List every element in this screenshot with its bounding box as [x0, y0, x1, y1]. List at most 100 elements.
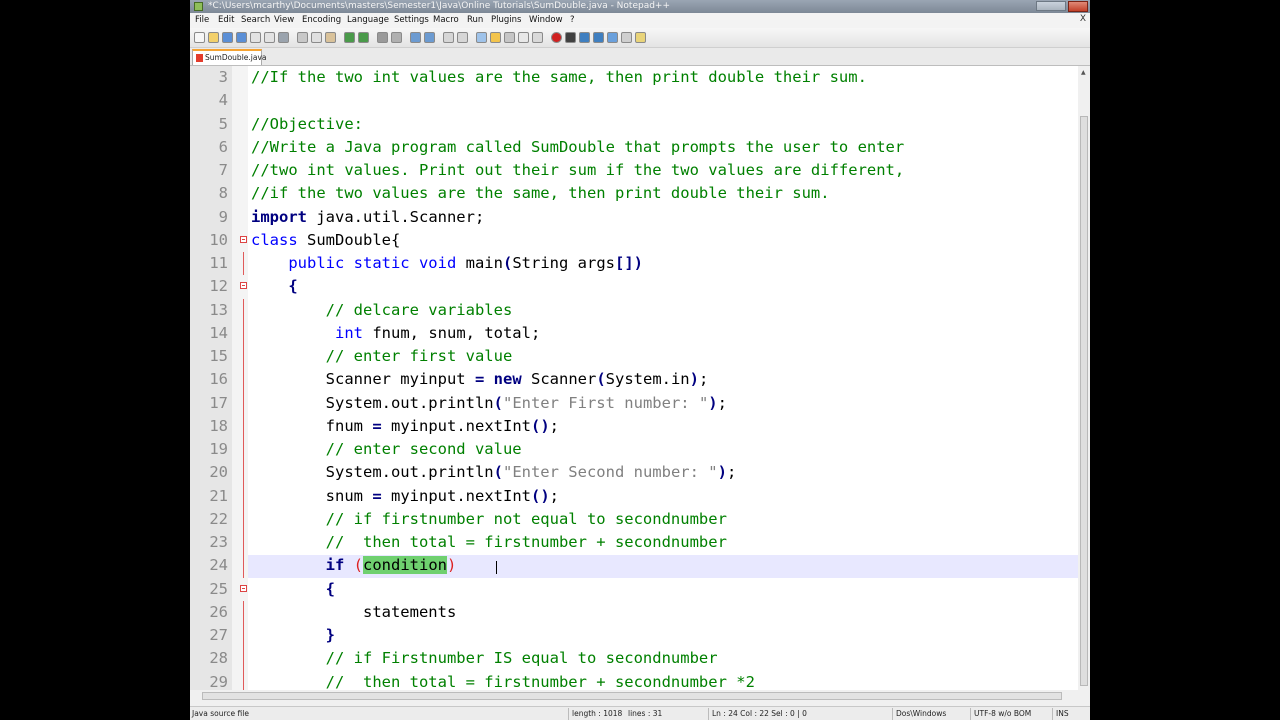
close-icon[interactable] — [250, 32, 261, 43]
stop-macro-icon[interactable] — [565, 32, 576, 43]
run-icon[interactable] — [635, 32, 646, 43]
code-line[interactable]: 26 statements — [190, 600, 1078, 624]
play-multi-icon[interactable] — [593, 32, 604, 43]
paste-icon[interactable] — [325, 32, 336, 43]
vertical-scrollbar[interactable]: ▲ — [1078, 66, 1090, 690]
code-line[interactable]: 7 //two int values. Print out their sum i… — [190, 159, 1078, 182]
scroll-up-icon[interactable]: ▲ — [1081, 69, 1086, 76]
code-line[interactable]: 20 System.out.println("Enter Second numb… — [190, 461, 1078, 485]
tab-sumdouble[interactable]: SumDouble.java — [192, 49, 267, 65]
code-line[interactable]: 25 { — [190, 578, 1078, 601]
menu-plugins[interactable]: Plugins — [491, 15, 521, 25]
code-line[interactable]: 18 fnum = myinput.nextInt(); — [190, 414, 1078, 438]
code-line[interactable]: 22 // if firstnumber not equal to second… — [190, 507, 1078, 531]
copy-icon[interactable] — [311, 32, 322, 43]
menu-search[interactable]: Search — [241, 15, 270, 25]
fold-toggle-icon[interactable] — [240, 282, 247, 290]
undo-icon[interactable] — [344, 32, 355, 43]
record-macro-icon[interactable] — [551, 32, 562, 43]
play-macro-icon[interactable] — [579, 32, 590, 43]
code-line[interactable]: 28 // if Firstnumber IS equal to secondn… — [190, 647, 1078, 671]
cut-icon[interactable] — [297, 32, 308, 43]
code-line[interactable]: 3 //If the two int values are the same, t… — [190, 66, 1078, 89]
all-chars-icon[interactable] — [490, 32, 501, 43]
menu-run[interactable]: Run — [467, 15, 483, 25]
minimize-maximize-buttons[interactable] — [1036, 1, 1066, 11]
menu-window[interactable]: Window — [529, 15, 563, 25]
code-text: Scanner myinput = new Scanner(System.in)… — [251, 370, 709, 389]
menu-settings[interactable]: Settings — [394, 15, 429, 25]
fold-guide — [243, 345, 244, 369]
sync-h-icon[interactable] — [457, 32, 468, 43]
print-icon[interactable] — [278, 32, 289, 43]
menu-language[interactable]: Language — [347, 15, 389, 25]
save-icon[interactable] — [222, 32, 233, 43]
zoom-out-icon[interactable] — [424, 32, 435, 43]
code-text: { — [251, 580, 335, 598]
code-line[interactable]: 9 import java.util.Scanner; — [190, 206, 1078, 229]
indent-guide-icon[interactable] — [504, 32, 515, 43]
code-line[interactable]: 19 // enter second value — [190, 438, 1078, 462]
menu-edit[interactable]: Edit — [218, 15, 234, 25]
window-close-button[interactable] — [1068, 1, 1088, 12]
trim-icon[interactable] — [621, 32, 632, 43]
menu-macro[interactable]: Macro — [433, 15, 459, 25]
code-line[interactable]: 21 snum = myinput.nextInt(); — [190, 484, 1078, 508]
code-line[interactable]: 8 //if the two values are the same, then … — [190, 182, 1078, 205]
code-line[interactable]: 29 // then total = firstnumber + secondn… — [190, 670, 1078, 690]
line-number: 19 — [209, 440, 228, 458]
find-icon[interactable] — [377, 32, 388, 43]
line-number: 28 — [209, 649, 228, 668]
line-number: 22 — [209, 509, 228, 528]
horizontal-scrollbar[interactable] — [190, 690, 1078, 702]
new-icon[interactable] — [194, 32, 205, 43]
sync-v-icon[interactable] — [443, 32, 454, 43]
code-line[interactable]: 5 //Objective: — [190, 113, 1078, 136]
line-number: 26 — [209, 602, 228, 621]
menu-help[interactable]: ? — [570, 15, 575, 25]
menu-close-button[interactable]: X — [1080, 14, 1086, 24]
status-eol: Dos\Windows — [896, 709, 947, 718]
status-encoding: UTF-8 w/o BOM — [974, 709, 1032, 718]
code-line[interactable]: 14 int fnum, snum, total; — [190, 321, 1078, 345]
code-token: Scanner myinput — [251, 370, 475, 389]
code-line[interactable]: 12 { — [190, 275, 1078, 298]
code-line[interactable]: 10 class SumDouble{ — [190, 229, 1078, 252]
open-icon[interactable] — [208, 32, 219, 43]
horizontal-scroll-thumb[interactable] — [202, 692, 1062, 700]
replace-icon[interactable] — [391, 32, 402, 43]
code-line[interactable]: 6 //Write a Java program called SumDouble… — [190, 136, 1078, 159]
line-number: 25 — [209, 579, 228, 598]
code-line[interactable]: 4 — [190, 89, 1078, 112]
code-text: // enter first value — [251, 347, 513, 365]
code-line[interactable]: 13 // delcare variables — [190, 298, 1078, 322]
code-line[interactable]: 11 public static void main(String args[]… — [190, 252, 1078, 276]
code-token: fnum — [251, 416, 373, 435]
fold-toggle-icon[interactable] — [240, 584, 247, 592]
menu-view[interactable]: View — [274, 15, 294, 25]
save-all-icon[interactable] — [236, 32, 247, 43]
code-text: fnum = myinput.nextInt(); — [251, 417, 559, 435]
doc-map-icon[interactable] — [532, 32, 543, 43]
code-line[interactable]: 15 // enter first value — [190, 345, 1078, 369]
lang-icon[interactable] — [518, 32, 529, 43]
menu-file[interactable]: File — [195, 15, 209, 25]
code-line[interactable]: 23 // then total = firstnumber + secondn… — [190, 531, 1078, 555]
code-line[interactable]: 27 } — [190, 624, 1078, 648]
code-text: { — [251, 277, 298, 296]
code-line[interactable]: 24 if (condition) — [190, 554, 1078, 578]
code-token: { — [288, 277, 298, 296]
zoom-in-icon[interactable] — [410, 32, 421, 43]
code-editor[interactable]: 3 //If the two int values are the same, t… — [190, 66, 1078, 690]
vertical-scroll-thumb[interactable] — [1080, 116, 1088, 686]
save-macro-icon[interactable] — [607, 32, 618, 43]
code-text: //two int values. Print out their sum if… — [251, 161, 904, 179]
code-line[interactable]: 17 System.out.println("Enter First numbe… — [190, 391, 1078, 415]
fold-toggle-icon[interactable] — [240, 235, 247, 243]
wrap-icon[interactable] — [476, 32, 487, 43]
close-all-icon[interactable] — [264, 32, 275, 43]
code-line[interactable]: 16 Scanner myinput = new Scanner(System.… — [190, 368, 1078, 392]
menu-encoding[interactable]: Encoding — [302, 15, 341, 25]
redo-icon[interactable] — [358, 32, 369, 43]
